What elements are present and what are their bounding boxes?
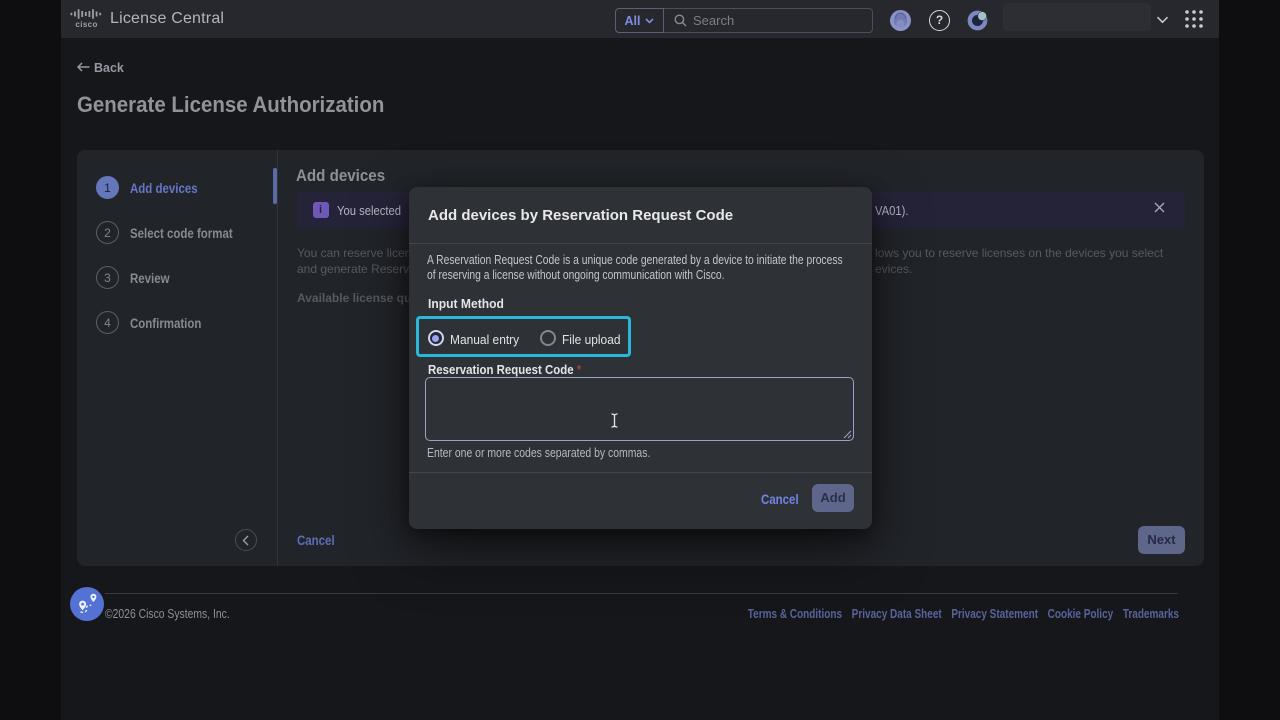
svg-text:cisco: cisco [75,20,97,29]
